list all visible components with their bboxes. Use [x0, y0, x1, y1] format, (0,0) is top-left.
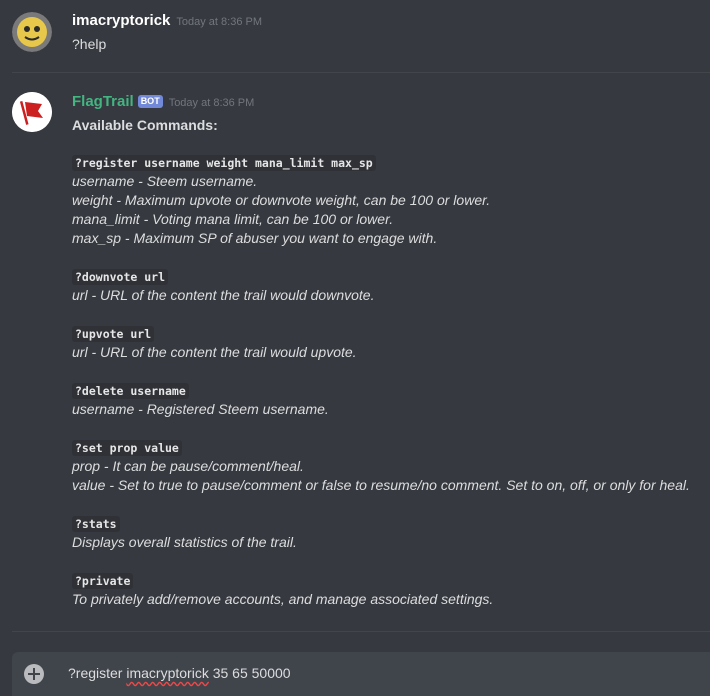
- message-author[interactable]: FlagTrail BOT Today at 8:36 PM: [72, 93, 254, 110]
- message-timestamp: Today at 8:36 PM: [176, 16, 262, 28]
- message-text: ?help: [72, 36, 107, 52]
- commands-heading: Available Commands:: [72, 117, 218, 133]
- message-author[interactable]: imacryptorick Today at 8:36 PM: [72, 12, 262, 29]
- command-code-line: ?upvote url: [72, 324, 155, 344]
- command-code: ?register username weight mana_limit max…: [72, 155, 376, 171]
- command-code-line: ?delete username: [72, 381, 189, 401]
- command-desc-line: prop - It can be pause/comment/heal.: [72, 458, 304, 474]
- bot-avatar[interactable]: [12, 92, 52, 132]
- command-code: ?delete username: [72, 383, 189, 399]
- command-code-line: ?downvote url: [72, 267, 169, 287]
- message-divider: [12, 631, 710, 632]
- command-desc-line: To privately add/remove accounts, and ma…: [72, 591, 494, 607]
- input-prefix: ?register: [68, 665, 127, 681]
- command-code: ?downvote url: [72, 269, 169, 285]
- input-misspelled-word: imacryptorick: [126, 665, 209, 681]
- command-desc-line: weight - Maximum upvote or downvote weig…: [72, 192, 491, 208]
- plus-circle-icon[interactable]: [24, 664, 44, 684]
- command-code-line: ?stats: [72, 514, 120, 534]
- command-desc-line: username - Steem username.: [72, 173, 258, 189]
- command-code-line: ?set prop value: [72, 438, 182, 458]
- command-desc-line: url - URL of the content the trail would…: [72, 287, 375, 303]
- author-name[interactable]: imacryptorick: [72, 12, 170, 29]
- command-desc-line: max_sp - Maximum SP of abuser you want t…: [72, 230, 438, 246]
- command-desc-line: value - Set to true to pause/comment or …: [72, 477, 690, 493]
- command-desc-line: Displays overall statistics of the trail…: [72, 534, 297, 550]
- message-divider: [12, 72, 710, 73]
- message-timestamp: Today at 8:36 PM: [168, 97, 255, 109]
- bot-badge: BOT: [137, 95, 163, 108]
- user-avatar[interactable]: [12, 12, 52, 52]
- author-name[interactable]: FlagTrail: [72, 93, 134, 110]
- command-desc-line: url - URL of the content the trail would…: [72, 344, 357, 360]
- message-input-bar[interactable]: ?register imacryptorick 35 65 50000: [12, 652, 710, 696]
- command-desc-line: mana_limit - Voting mana limit, can be 1…: [72, 211, 394, 227]
- message-input[interactable]: ?register imacryptorick 35 65 50000: [68, 665, 291, 681]
- command-code: ?stats: [72, 516, 120, 532]
- command-code: ?private: [72, 573, 134, 589]
- command-code-line: ?private: [72, 571, 134, 591]
- command-code-line: ?register username weight mana_limit max…: [72, 153, 376, 173]
- input-suffix: 35 65 50000: [208, 665, 291, 681]
- command-code: ?set prop value: [72, 440, 182, 456]
- command-code: ?upvote url: [72, 326, 155, 342]
- command-desc-line: username - Registered Steem username.: [72, 401, 329, 417]
